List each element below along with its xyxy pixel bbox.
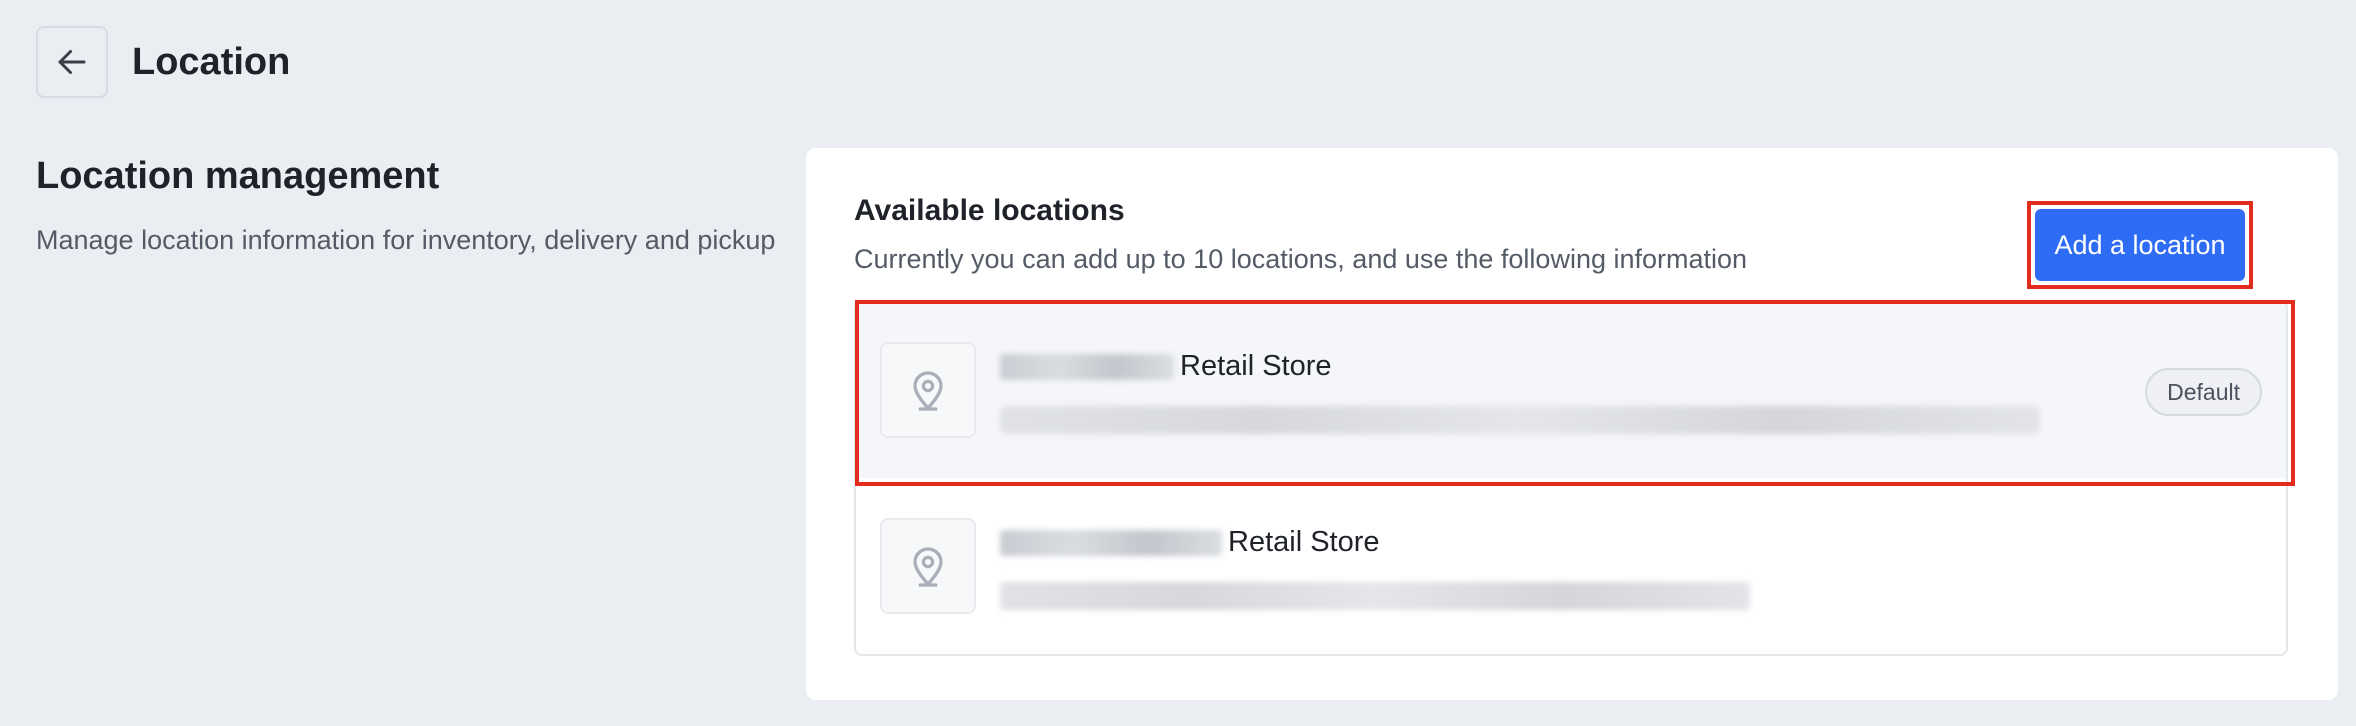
location-item[interactable]: Retail Store Default <box>856 302 2286 478</box>
back-button[interactable] <box>36 26 108 98</box>
location-name-suffix: Retail Store <box>1180 350 1332 382</box>
location-icon-box <box>880 342 976 438</box>
page-title: Location <box>132 40 291 83</box>
add-location-button[interactable]: Add a location <box>2035 209 2245 281</box>
default-badge: Default <box>2145 368 2262 416</box>
section-intro: Location management Manage location info… <box>36 150 776 260</box>
add-location-highlight: Add a location <box>2027 201 2253 289</box>
card-title: Available locations <box>854 194 1125 227</box>
page-header: Location <box>36 26 290 98</box>
arrow-left-icon <box>58 50 86 74</box>
map-pin-icon <box>913 371 943 411</box>
location-name: Retail Store <box>1000 350 1332 383</box>
location-icon-box <box>880 518 976 614</box>
location-item[interactable]: Retail Store <box>856 478 2286 654</box>
map-pin-icon <box>913 547 943 587</box>
location-name-suffix: Retail Store <box>1228 526 1380 558</box>
location-name: Retail Store <box>1000 526 1380 559</box>
redacted-address <box>1000 406 2040 434</box>
redacted-address <box>1000 582 1750 610</box>
section-title: Location management <box>36 155 440 197</box>
redacted-name <box>1000 529 1222 556</box>
section-description: Manage location information for inventor… <box>36 225 776 255</box>
card-description: Currently you can add up to 10 locations… <box>854 244 1748 274</box>
locations-card: Available locations Currently you can ad… <box>806 148 2338 700</box>
redacted-name <box>1000 353 1174 380</box>
locations-list: Retail Store Default Retail Store <box>854 300 2288 656</box>
